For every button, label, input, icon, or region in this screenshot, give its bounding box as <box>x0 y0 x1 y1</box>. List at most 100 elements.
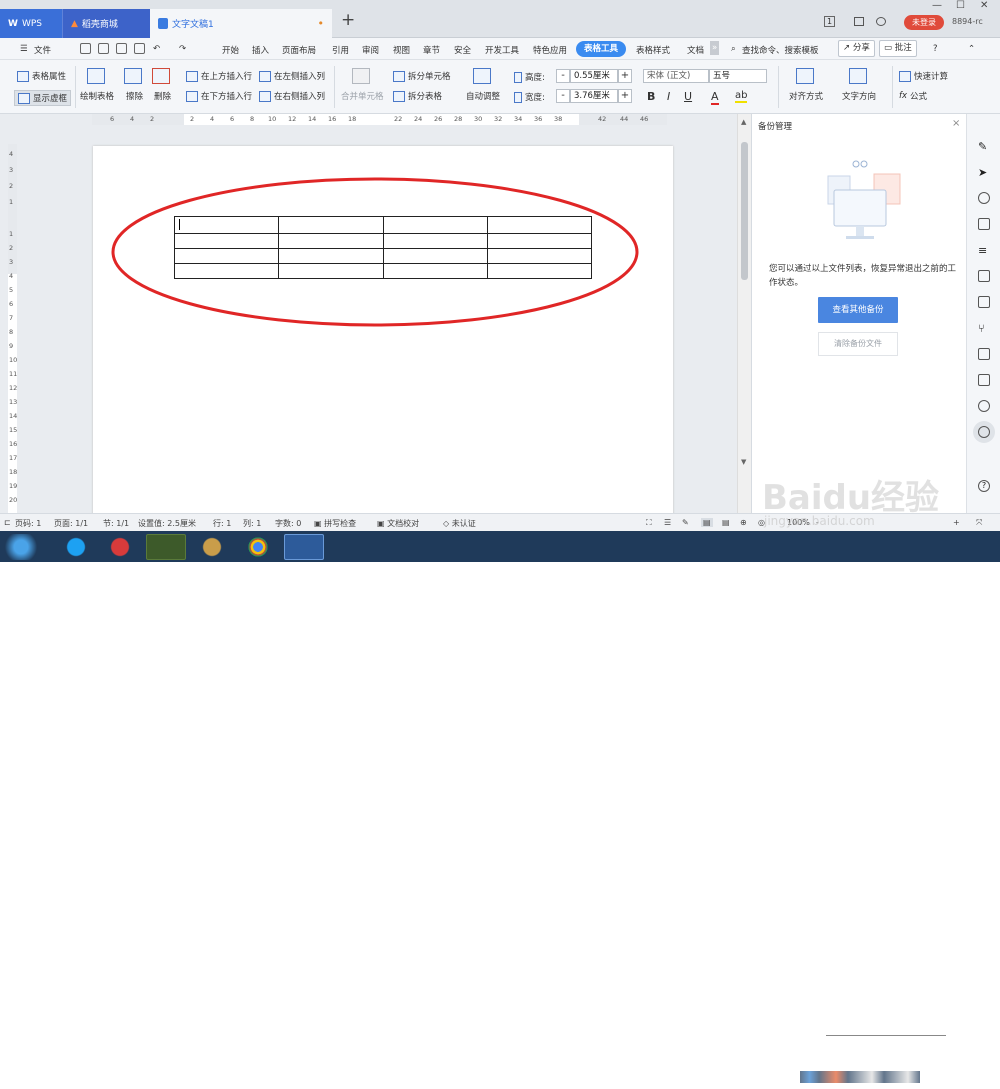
menu-table-style[interactable]: 表格样式 <box>636 44 670 56</box>
autofit-button[interactable]: 自动调整 <box>466 68 500 102</box>
chrome-icon[interactable] <box>238 534 278 560</box>
clock-time[interactable]: 18:56 <box>948 1067 971 1076</box>
menu-doc[interactable]: 文档 <box>687 44 704 56</box>
skin-icon[interactable] <box>876 17 886 26</box>
branch-icon[interactable]: ⑂ <box>978 322 990 335</box>
vertical-scrollbar[interactable]: ▲ ▼ <box>737 114 751 513</box>
comment-button[interactable]: ▭ 批注 <box>879 40 917 57</box>
system-tray-icons[interactable] <box>800 1071 920 1083</box>
search-icon[interactable]: ⌕ <box>731 44 736 54</box>
insert-right-button[interactable]: 在右侧插入列 <box>259 90 325 102</box>
text-direction-button[interactable]: 文字方向 <box>842 68 876 102</box>
status-wordcount[interactable]: 字数: 0 <box>275 518 301 529</box>
menu-view[interactable]: 视图 <box>393 44 410 56</box>
scrollbar-thumb[interactable] <box>741 142 748 280</box>
picture-icon[interactable] <box>978 374 990 386</box>
outline-view-icon[interactable]: ▤ <box>722 518 730 527</box>
clear-backups-button[interactable]: 清除备份文件 <box>818 332 898 356</box>
menu-security[interactable]: 安全 <box>454 44 471 56</box>
hamburger-icon[interactable]: ☰ <box>20 44 28 54</box>
underline-button[interactable]: U <box>684 90 692 103</box>
taskbar-app-icon[interactable] <box>56 534 96 560</box>
status-sidebar-icon[interactable]: ⊏ <box>4 518 11 527</box>
close-icon[interactable]: ✕ <box>980 0 988 11</box>
view-other-backups-button[interactable]: 查看其他备份 <box>818 297 898 323</box>
taskbar-game-icon[interactable] <box>146 534 186 560</box>
web-view-icon[interactable]: ⊕ <box>740 518 747 527</box>
pen-icon[interactable]: ✎ <box>978 140 990 153</box>
split-table-button[interactable]: 拆分表格 <box>393 90 442 102</box>
share-out-icon[interactable] <box>978 296 990 308</box>
insert-left-button[interactable]: 在左侧插入列 <box>259 70 325 82</box>
start-button-icon[interactable] <box>2 534 40 560</box>
split-cell-button[interactable]: 拆分单元格 <box>393 70 451 82</box>
collapse-ribbon-icon[interactable]: ⌃ <box>968 44 975 54</box>
window-layout-icon[interactable] <box>854 17 864 26</box>
help-circle-icon[interactable]: ? <box>978 480 990 492</box>
delete-button[interactable]: 删除 <box>152 68 173 102</box>
shapes-icon[interactable] <box>978 192 990 204</box>
cursor-icon[interactable]: ➤ <box>978 166 990 179</box>
menu-features[interactable]: 特色应用 <box>533 44 567 56</box>
clock-date[interactable]: 2019/7/19 <box>941 1080 982 1089</box>
wps-taskbar-icon[interactable] <box>284 534 324 560</box>
undo-icon[interactable]: ↶ <box>153 44 160 54</box>
zoom-slider[interactable] <box>826 1035 946 1036</box>
align-button[interactable]: 对齐方式 <box>789 68 823 102</box>
zoom-in-button[interactable]: + <box>953 518 960 527</box>
edit-view-icon[interactable]: ✎ <box>682 518 689 527</box>
compass-icon[interactable] <box>978 400 990 412</box>
erase-button[interactable]: 擦除 <box>124 68 145 102</box>
fullscreen-icon[interactable]: ⛶ <box>646 518 652 528</box>
insert-above-button[interactable]: 在上方插入行 <box>186 70 252 82</box>
scroll-down-icon[interactable]: ▼ <box>741 458 746 466</box>
proofread-button[interactable]: ▣ 文档校对 <box>377 518 419 529</box>
menu-more[interactable]: » <box>710 41 720 55</box>
width-decrease-button[interactable]: - <box>556 89 570 103</box>
share-button[interactable]: ↗ 分享 <box>838 40 875 57</box>
merge-cells-button[interactable]: 合并单元格 <box>341 68 384 102</box>
image-gallery-icon[interactable] <box>978 270 990 282</box>
italic-button[interactable]: I <box>667 90 670 103</box>
menu-table-tools[interactable]: 表格工具 <box>576 41 627 57</box>
tab-wps[interactable]: W WPS <box>0 9 62 38</box>
menu-review[interactable]: 审阅 <box>362 44 379 56</box>
tab-modified-dot-icon[interactable]: • <box>318 17 325 30</box>
show-grid-button[interactable]: 显示虚框 <box>14 90 72 106</box>
search-command[interactable]: 查找命令、搜索模板 <box>742 44 819 56</box>
zoom-out-button[interactable]: - <box>816 518 819 527</box>
settings-sliders-icon[interactable]: ≡ <box>978 244 990 257</box>
menu-devtools[interactable]: 开发工具 <box>485 44 519 56</box>
insert-below-button[interactable]: 在下方插入行 <box>186 90 252 102</box>
new-tab-button[interactable]: + <box>341 10 355 30</box>
bold-button[interactable]: B <box>647 90 655 103</box>
vertical-ruler[interactable]: 4 3 2 1 1 2 3 4 5 6 7 8 9 10 11 12 13 14… <box>8 144 17 514</box>
font-size-select[interactable]: 五号 <box>709 69 767 83</box>
maximize-icon[interactable]: ☐ <box>956 0 965 11</box>
print-icon[interactable] <box>116 43 127 54</box>
menu-reference[interactable]: 引用 <box>332 44 349 56</box>
horizontal-ruler[interactable]: 6 4 2 2 4 6 8 10 12 14 16 18 22 24 26 28… <box>92 114 667 125</box>
panel-close-icon[interactable]: × <box>952 118 960 129</box>
menu-chapter[interactable]: 章节 <box>423 44 440 56</box>
height-input[interactable]: 0.55厘米 <box>570 69 618 83</box>
table-icon[interactable] <box>978 218 990 230</box>
archive-icon[interactable] <box>978 348 990 360</box>
spell-check-button[interactable]: ▣ 拼写检查 <box>314 518 356 529</box>
print-preview-icon[interactable] <box>134 43 145 54</box>
view-mode-icon[interactable]: ☰ <box>664 518 671 527</box>
width-input[interactable]: 3.76厘米 <box>570 89 618 103</box>
font-color-button[interactable]: A <box>711 90 719 105</box>
menu-file[interactable]: 文件 <box>34 44 51 56</box>
menu-insert[interactable]: 插入 <box>252 44 269 56</box>
reading-view-icon[interactable]: ◎ <box>758 518 765 527</box>
font-name-select[interactable]: 宋体 (正文) <box>643 69 709 83</box>
height-decrease-button[interactable]: - <box>556 69 570 83</box>
highlight-icon[interactable]: ab <box>735 90 748 103</box>
minimize-icon[interactable]: — <box>932 0 942 11</box>
taskbar-media-icon[interactable] <box>100 534 140 560</box>
menu-layout[interactable]: 页面布局 <box>282 44 316 56</box>
redo-icon[interactable]: ↷ <box>179 44 186 54</box>
width-increase-button[interactable]: + <box>618 89 632 103</box>
scroll-up-icon[interactable]: ▲ <box>741 118 746 126</box>
